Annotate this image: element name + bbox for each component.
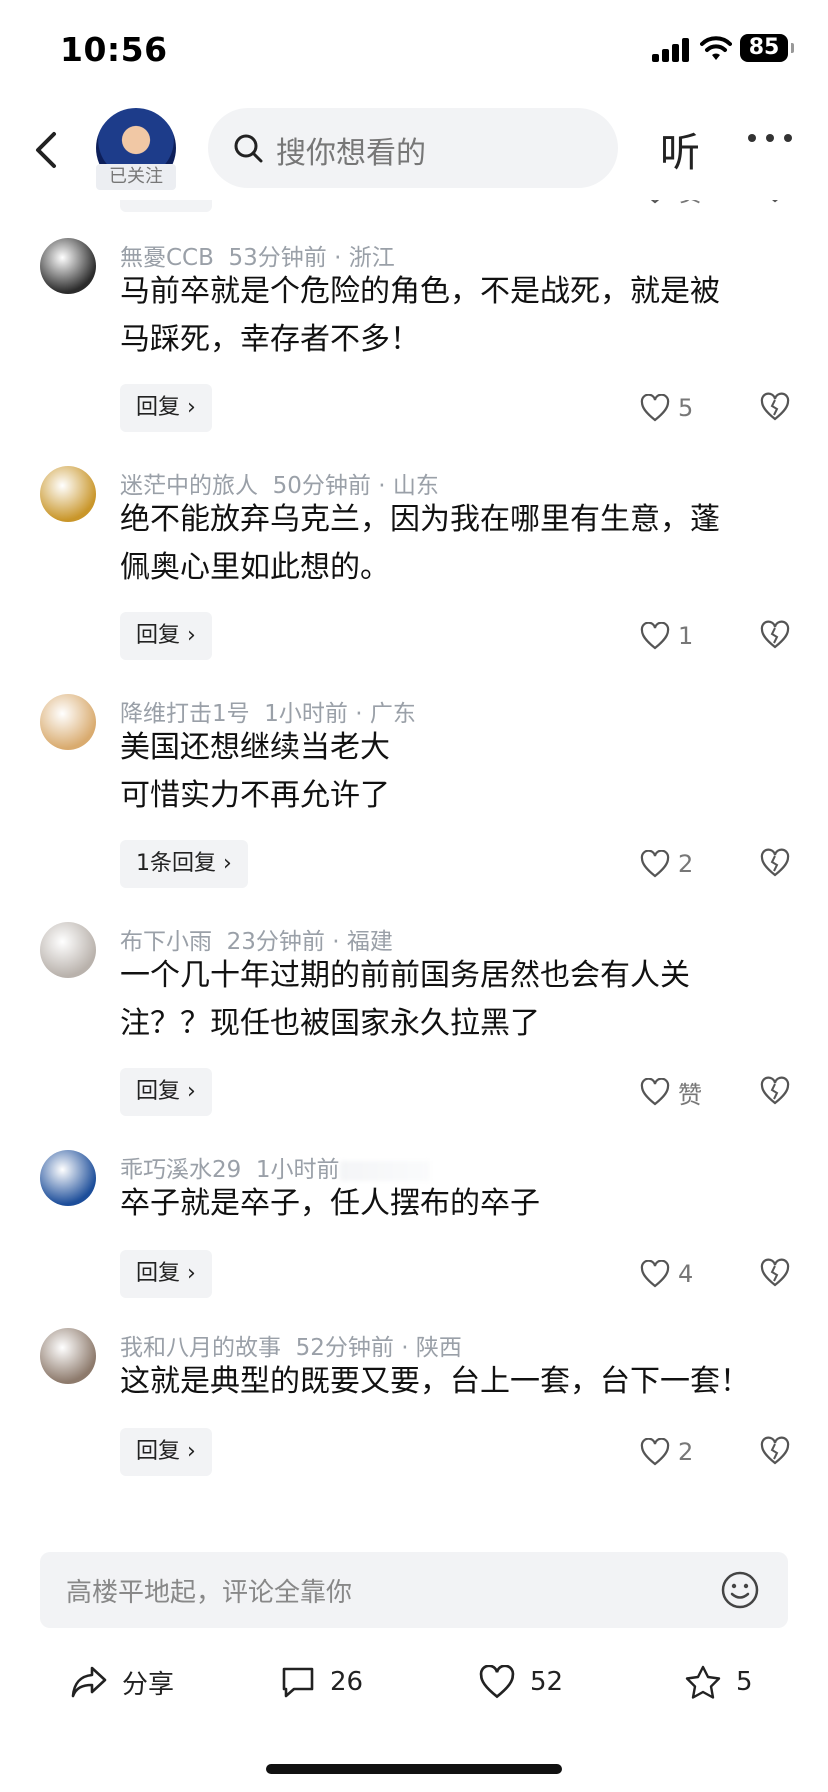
status-time: 10:56 [60,30,168,69]
search-icon [234,134,263,163]
comment-meta: 無憂CCB 53分钟前 · 浙江 [120,245,395,271]
bottom-action-bar: 分享 26 52 5 [0,1652,828,1712]
reply-button[interactable]: 回复 › [120,1428,212,1476]
comment-meta: 乖巧溪水29 1小时前 [120,1150,430,1184]
comment-item: 無憂CCB 53分钟前 · 浙江 马前卒就是个危险的角色，不是战死，就是被 马踩… [0,228,828,448]
comment-meta: 布下小雨 23分钟前 · 福建 [120,929,393,955]
broken-heart-icon[interactable] [760,1076,790,1106]
commenter-avatar[interactable] [40,466,96,522]
broken-heart-icon[interactable] [760,392,790,422]
comment-count-button[interactable]: 26 [280,1652,363,1712]
like-count: 52 [530,1667,564,1697]
comment-text: 绝不能放弃乌克兰，因为我在哪里有生意，蓬 佩奥心里如此想的。 [120,502,720,585]
like-post-button[interactable]: 52 [478,1652,563,1712]
search-placeholder: 搜你想看的 [276,136,426,171]
like-button[interactable]: 赞 [640,1072,702,1112]
signal-icon [652,38,690,62]
comment-text: 美国还想继续当老大 可惜实力不再允许了 [120,730,390,813]
blurred-location [339,1160,430,1181]
comment-meta: 降维打击1号 1小时前 · 广东 [120,701,416,727]
emoji-icon[interactable] [720,1570,760,1610]
comment-item: 乖巧溪水29 1小时前 卒子就是卒子，任人摆布的卒子 回复 › 4 [0,1140,828,1310]
like-button[interactable]: 4 [640,1254,693,1294]
top-nav-bar: 已关注 搜你想看的 听 [0,100,828,200]
commenter-avatar[interactable] [40,1328,96,1384]
status-bar: 10:56 85 [0,0,828,100]
listen-button[interactable]: 听 [660,120,700,178]
reply-button[interactable]: 1条回复 › [120,840,248,888]
heart-icon [640,1438,670,1466]
like-button[interactable]: 2 [640,1432,693,1472]
reply-button[interactable]: 回复 › [120,1250,212,1298]
comment-text: 这就是典型的既要又要，台上一套，台下一套！ [120,1364,750,1399]
reply-button[interactable]: 回复 › [120,1068,212,1116]
comment-meta: 迷茫中的旅人 50分钟前 · 山东 [120,473,439,499]
commenter-avatar[interactable] [40,1150,96,1206]
favorite-button[interactable]: 5 [684,1652,753,1712]
heart-icon [640,1078,670,1106]
comment-text: 马前卒就是个危险的角色，不是战死，就是被 马踩死，幸存者不多！ [120,274,720,357]
broken-heart-icon[interactable] [760,1436,790,1466]
comment-item: 降维打击1号 1小时前 · 广东 美国还想继续当老大 可惜实力不再允许了 1条回… [0,684,828,904]
comment-item: 布下小雨 23分钟前 · 福建 一个几十年过期的前前国务居然也会有人关 注？？现… [0,912,828,1132]
comment-icon [282,1667,314,1698]
commenter-avatar[interactable] [40,238,96,294]
like-count: 2 [678,850,694,878]
favorite-count: 5 [736,1667,753,1697]
broken-heart-icon[interactable] [760,620,790,650]
comment-list: 回复 › 赞 無憂CCB 53分钟前 · 浙江 马前卒就是个危险的角色，不是战死… [0,180,828,1510]
more-icon[interactable] [748,134,796,146]
comment-count: 26 [330,1667,364,1697]
like-button[interactable]: 5 [640,388,693,428]
star-icon [685,1665,721,1699]
share-icon [71,1666,107,1698]
heart-icon [479,1665,515,1699]
search-input[interactable]: 搜你想看的 [208,108,618,188]
heart-icon [640,1260,670,1288]
like-count: 4 [678,1260,694,1288]
like-count: 5 [678,394,694,422]
followed-tag: 已关注 [96,164,176,190]
comment-item: 我和八月的故事 52分钟前 · 陕西 这就是典型的既要又要，台上一套，台下一套！… [0,1318,828,1488]
comment-text: 卒子就是卒子，任人摆布的卒子 [120,1186,540,1221]
like-count: 2 [678,1438,694,1466]
wifi-icon [700,36,732,60]
comment-input[interactable]: 高楼平地起，评论全靠你 [40,1552,788,1628]
commenter-avatar[interactable] [40,922,96,978]
comment-meta: 我和八月的故事 52分钟前 · 陕西 [120,1335,462,1361]
like-button[interactable]: 1 [640,616,693,656]
heart-icon [640,850,670,878]
back-button[interactable] [28,122,68,178]
like-count: 1 [678,622,694,650]
share-button[interactable]: 分享 [70,1652,174,1712]
broken-heart-icon[interactable] [760,1258,790,1288]
comment-input-placeholder: 高楼平地起，评论全靠你 [66,1578,353,1608]
heart-icon [640,622,670,650]
back-arrow-icon [36,132,56,168]
like-count: 赞 [678,1080,702,1109]
like-button[interactable]: 2 [640,844,693,884]
comment-item: 迷茫中的旅人 50分钟前 · 山东 绝不能放弃乌克兰，因为我在哪里有生意，蓬 佩… [0,456,828,676]
commenter-avatar[interactable] [40,694,96,750]
battery-icon: 85 [740,34,794,62]
reply-button[interactable]: 回复 › [120,384,212,432]
broken-heart-icon[interactable] [760,848,790,878]
author-avatar[interactable]: 已关注 [96,108,176,190]
reply-button[interactable]: 回复 › [120,612,212,660]
home-indicator[interactable] [266,1764,562,1774]
share-label: 分享 [122,1669,175,1700]
comment-text: 一个几十年过期的前前国务居然也会有人关 注？？现任也被国家永久拉黑了 [120,958,690,1041]
heart-icon [640,394,670,422]
